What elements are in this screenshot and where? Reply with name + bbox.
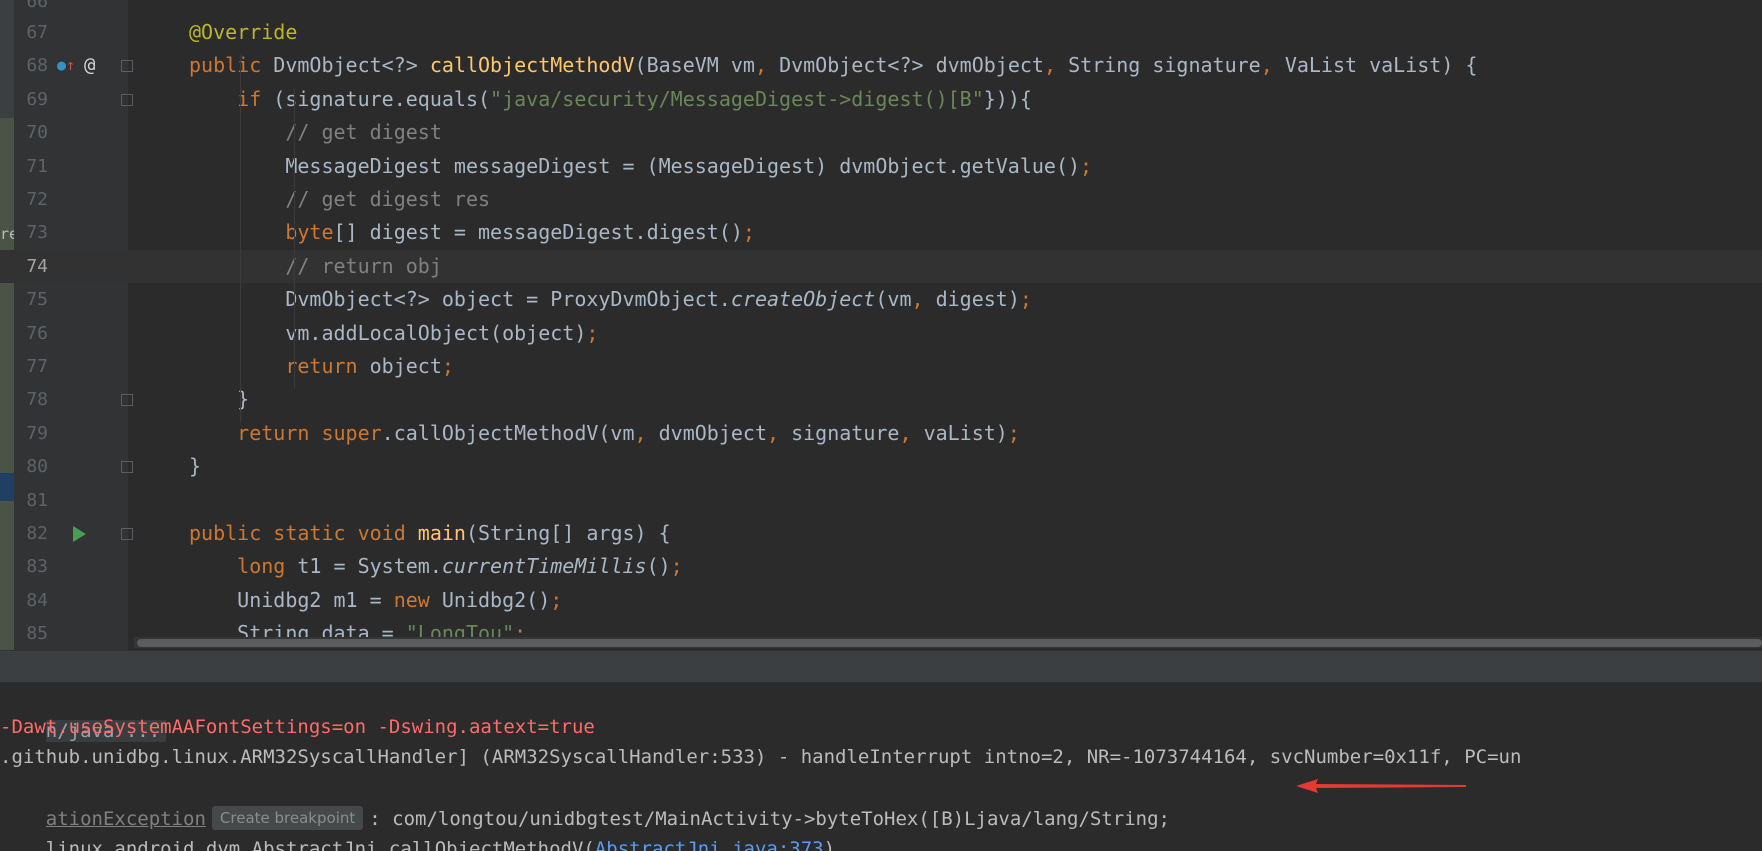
line-number[interactable]: 72 [14,183,48,216]
line-number[interactable]: 85 [14,617,48,650]
code-line[interactable]: 79 return super.callObjectMethodV(vm, dv… [0,417,1762,450]
fold-icon[interactable] [121,528,133,540]
fold-icon[interactable] [121,394,133,407]
code-text: byte[] digest = messageDigest.digest(); [189,220,755,245]
override-method-icon[interactable]: ●↑ [57,56,75,74]
code-editor[interactable]: re 66 67 @Override 68 ●↑ @ public DvmObject<?>… [0,0,1762,650]
code-text: return object; [189,354,454,378]
code-line[interactable]: 84 Unidbg2 m1 = new Unidbg2(); [0,584,1762,617]
code-text: MessageDigest messageDigest = (MessageDi… [189,153,1093,178]
line-number[interactable]: 73 [14,216,48,249]
code-line[interactable]: 69 if (signature.equals("java/security/M… [0,83,1762,116]
code-line[interactable]: 83 long t1 = System.currentTimeMillis(); [0,550,1762,583]
run-gutter-icon[interactable] [73,526,86,542]
code-line[interactable]: 70 // get digest [0,116,1762,149]
code-line[interactable]: 77 return object; [0,350,1762,383]
run-console[interactable]: n/java ... -Dawt.useSystemAAFontSettings… [0,682,1762,851]
line-number[interactable]: 84 [14,584,48,617]
code-text: public static void main(String[] args) { [189,521,671,545]
console-line-jvm-args: -Dawt.useSystemAAFontSettings=on -Dswing… [0,716,595,738]
code-text: // return obj [189,253,442,278]
stack-frame-close: ) [823,838,836,851]
line-number[interactable]: 71 [14,150,48,183]
annotation-at-icon[interactable]: @ [84,54,95,76]
indent-guide [240,55,241,423]
fold-icon[interactable] [121,93,133,106]
fold-icon[interactable] [121,461,133,474]
line-number[interactable]: 79 [14,417,48,450]
line-number[interactable]: 70 [14,116,48,149]
code-text: public DvmObject<?> callObjectMethodV(Ba… [189,53,1478,78]
code-line[interactable]: 72 // get digest res [0,183,1762,216]
line-number[interactable]: 67 [14,16,48,49]
line-number[interactable]: 68 [14,49,48,82]
red-arrow-annotation [1296,779,1466,793]
code-text: return super.callObjectMethodV(vm, dvmOb… [189,420,1020,445]
code-line[interactable]: 73 byte[] digest = messageDigest.digest(… [0,216,1762,249]
line-number[interactable]: 81 [14,484,48,517]
code-text: vm.addLocalObject(object); [189,320,599,345]
code-line[interactable]: 76 vm.addLocalObject(object); [0,317,1762,350]
line-number[interactable]: 74 [14,250,48,283]
code-text: // get digest res [189,187,491,211]
fold-icon[interactable] [121,60,133,73]
line-number[interactable]: 82 [14,517,48,550]
code-text: @Override [189,20,298,44]
line-number[interactable]: 76 [14,317,48,350]
stack-frame-text: linux.android.dvm.AbstractJni.callObject… [45,838,595,851]
line-number[interactable]: 83 [14,550,48,583]
indent-guide [294,88,295,390]
line-number[interactable]: 66 [14,0,48,18]
code-text: DvmObject<?> object = ProxyDvmObject.cre… [189,287,1032,312]
line-number[interactable]: 77 [14,350,48,383]
code-line[interactable]: 71 MessageDigest messageDigest = (Messag… [0,150,1762,183]
code-line[interactable]: 82 public static void main(String[] args)… [0,517,1762,550]
console-line-stack: linux.android.dvm.AbstractJni.callObject… [0,800,835,851]
code-line[interactable]: 68 ●↑ @ public DvmObject<?> callObjectMetho… [0,49,1762,82]
code-line[interactable]: 78 } [0,383,1762,416]
source-file-link[interactable]: AbstractJni.java:373 [595,838,824,851]
code-text: long t1 = System.currentTimeMillis(); [189,554,683,579]
run-panel-header[interactable] [0,650,1762,683]
line-number[interactable]: 80 [14,450,48,483]
code-line[interactable]: 81 [0,484,1762,517]
code-line[interactable]: 74 // return obj [0,249,1762,283]
code-text: if (signature.equals("java/security/Mess… [189,86,1032,111]
code-line[interactable]: 75 DvmObject<?> object = ProxyDvmObject.… [0,283,1762,316]
line-number[interactable]: 78 [14,383,48,416]
line-number[interactable]: 75 [14,283,48,316]
code-text: } [189,454,202,479]
code-text: // get digest [189,120,442,145]
console-line-exception: ationException Create breakpoint: com/lon… [0,770,1466,830]
horizontal-scrollbar-thumb[interactable] [137,639,1762,647]
code-line[interactable]: 67 @Override [0,16,1762,49]
code-line[interactable]: 80} [0,450,1762,483]
code-text: Unidbg2 m1 = new Unidbg2(); [189,587,563,612]
line-number[interactable]: 69 [14,83,48,116]
